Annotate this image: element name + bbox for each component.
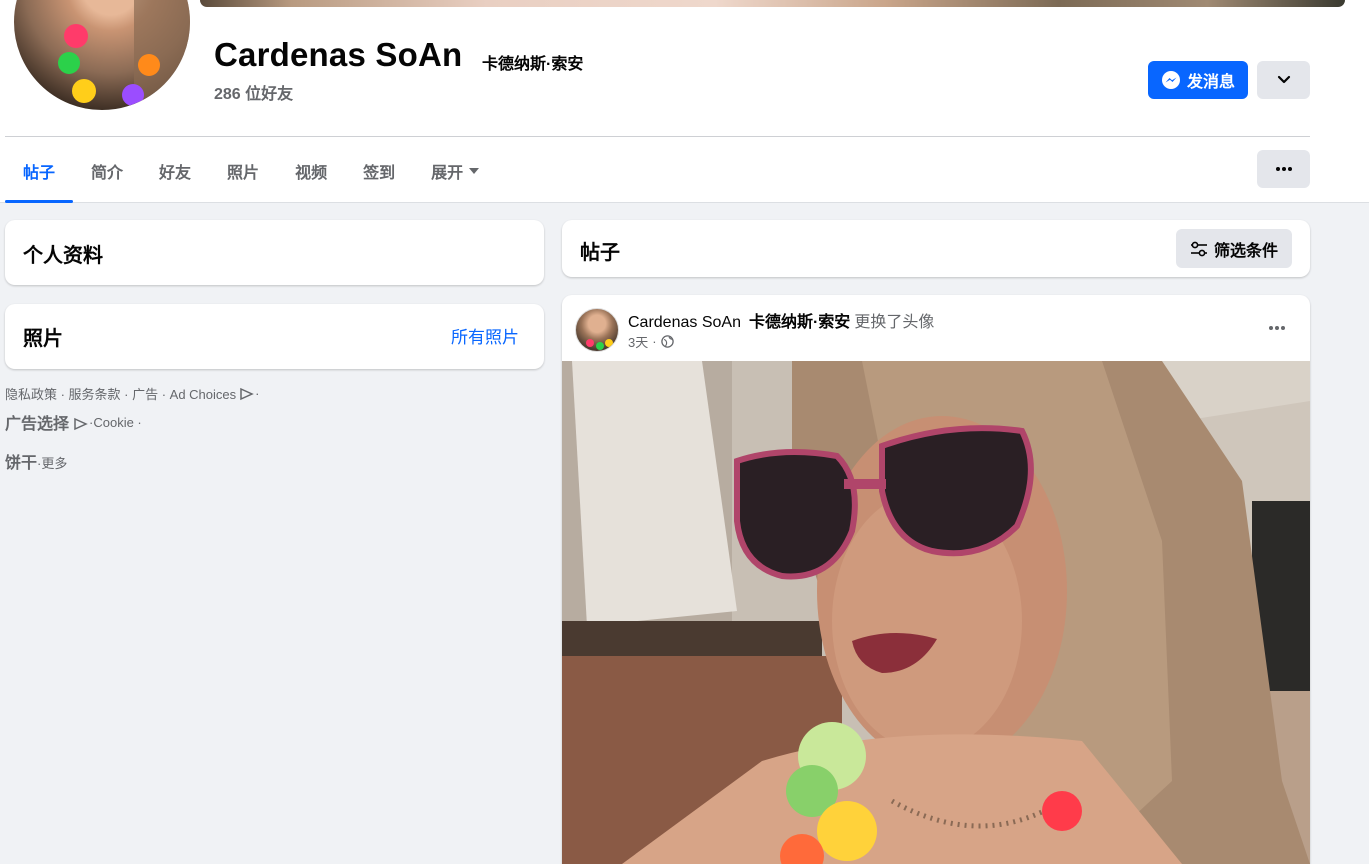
photos-card-title: 照片 (23, 328, 63, 350)
more-dots-icon (1275, 167, 1292, 171)
tab-checkins[interactable]: 签到 (345, 138, 413, 203)
post-author-alt-name[interactable]: 卡德纳斯·索安 (749, 308, 850, 332)
profile-intro-title: 个人资料 (23, 245, 103, 267)
profile-intro-card: 个人资料 (5, 220, 544, 285)
tab-more[interactable]: 展开 (413, 138, 497, 203)
profile-alternate-name: 卡德纳斯·索安 (482, 56, 584, 73)
post-meta: 3天 · (628, 332, 674, 351)
friends-count[interactable]: 286 位好友 (214, 80, 293, 104)
tab-posts[interactable]: 帖子 (5, 138, 74, 203)
caret-down-icon (469, 167, 480, 174)
message-button[interactable]: 发消息 (1148, 61, 1248, 99)
profile-name: Cardenas SoAn (214, 36, 463, 73)
chevron-down-icon (1277, 75, 1290, 84)
profile-avatar[interactable] (10, 0, 194, 114)
footer-ad-choices-link[interactable]: 广告选择 (5, 410, 69, 434)
filter-sliders-icon (1190, 241, 1207, 256)
tab-videos[interactable]: 视频 (277, 138, 345, 203)
ad-choices-icon[interactable] (239, 387, 255, 401)
globe-icon (660, 335, 674, 348)
footer-more-link[interactable]: ·更多 (37, 453, 67, 472)
message-button-label: 发消息 (1186, 74, 1235, 91)
messenger-icon (1161, 71, 1180, 89)
footer-links-line1[interactable]: 隐私政策 · 服务条款 · 广告 · Ad Choices (5, 384, 236, 403)
profile-header: Cardenas SoAn 卡德纳斯·索安 286 位好友 发消息 帖子 简介 … (0, 0, 1369, 203)
profile-options-button[interactable] (1257, 61, 1310, 99)
tabs-more-options-button[interactable] (1257, 150, 1310, 188)
ad-choices-icon[interactable] (73, 417, 89, 431)
tab-photos[interactable]: 照片 (209, 138, 277, 203)
cover-photo[interactable] (200, 0, 1345, 7)
header-divider (5, 136, 1310, 137)
profile-tabs: 帖子 简介 好友 照片 视频 签到 展开 (5, 138, 497, 203)
post-photo[interactable] (562, 361, 1310, 864)
footer-cookies-label[interactable]: 饼干 (5, 449, 37, 473)
post-timestamp[interactable]: 3天 (628, 332, 648, 351)
filter-button[interactable]: 筛选条件 (1176, 229, 1292, 268)
tab-friends[interactable]: 好友 (141, 138, 209, 203)
post-options-button[interactable] (1262, 316, 1292, 340)
footer-cookie-link[interactable]: ·Cookie · (89, 415, 142, 430)
post-header: Cardenas SoAn 卡德纳斯·索安 更换了头像 (628, 308, 934, 332)
photos-card: 照片 所有照片 (5, 304, 544, 369)
all-photos-link[interactable]: 所有照片 (451, 323, 519, 348)
post-photo-image (562, 361, 1310, 864)
post-author-name[interactable]: Cardenas SoAn (628, 314, 741, 332)
more-dots-icon (1269, 326, 1285, 330)
post-meta-separator: · (652, 334, 657, 349)
footer-line1-end: · (255, 386, 260, 401)
post-author-avatar[interactable] (575, 308, 619, 352)
post-action-text: 更换了头像 (854, 314, 935, 331)
filter-button-label: 筛选条件 (1213, 242, 1278, 260)
tab-about[interactable]: 简介 (73, 138, 141, 203)
posts-section-title: 帖子 (580, 242, 620, 264)
